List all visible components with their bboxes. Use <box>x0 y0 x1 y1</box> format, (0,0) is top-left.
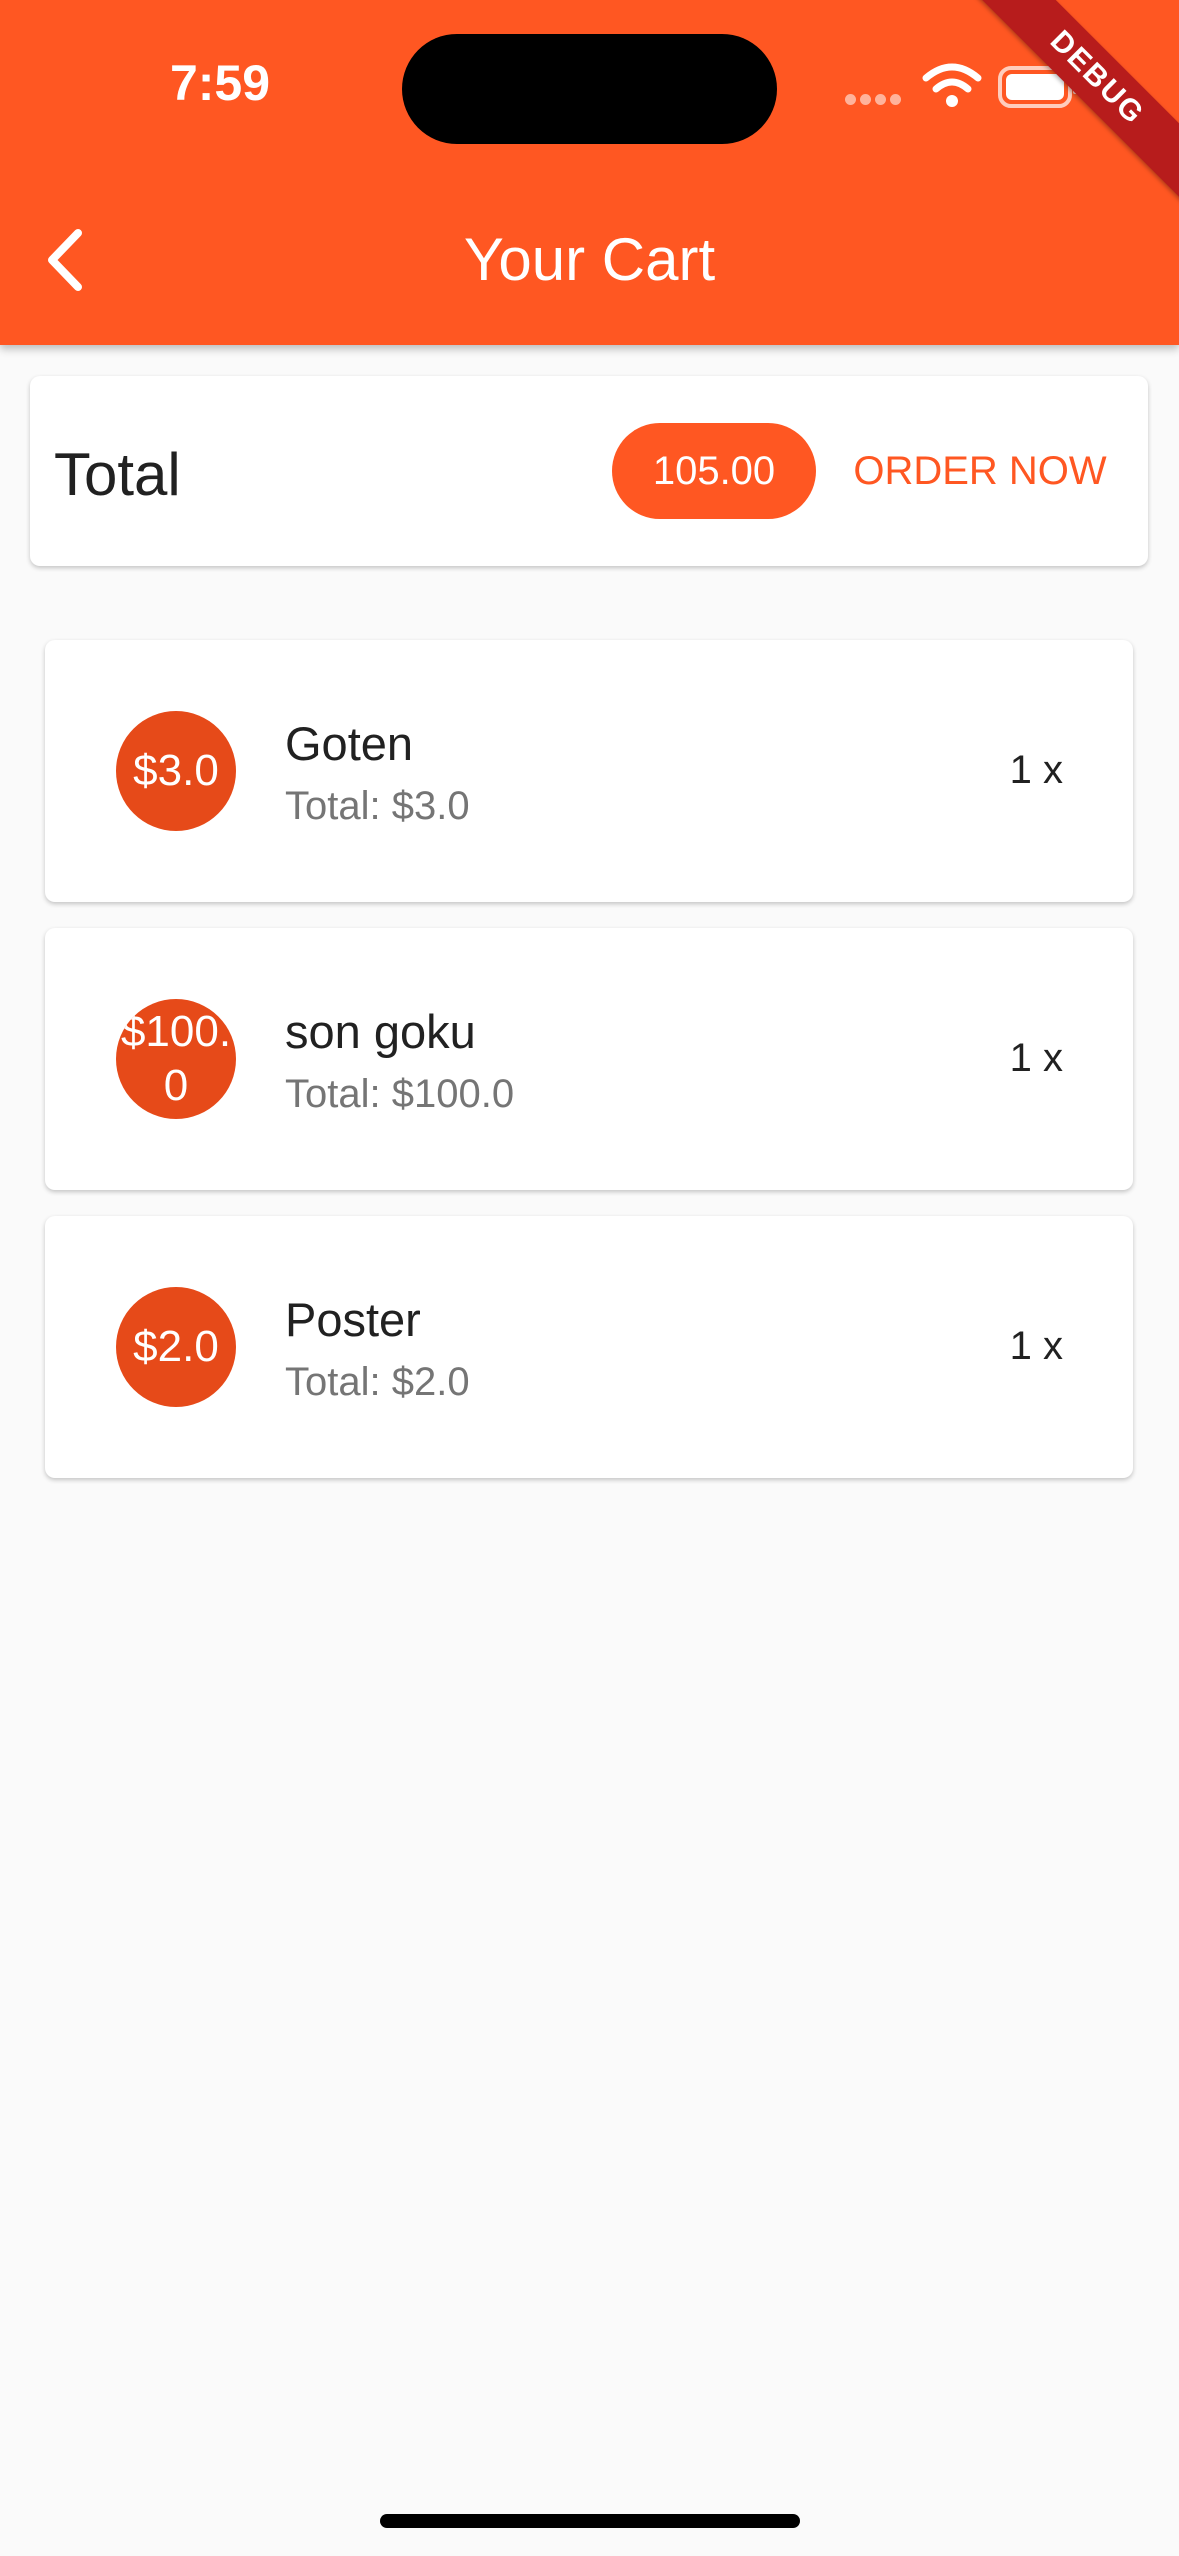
price-avatar: $2.0 <box>116 1287 236 1407</box>
cart-item: $100.0 son goku Total: $100.0 1 x <box>45 928 1133 1190</box>
total-amount-chip: 105.00 <box>612 423 816 519</box>
cart-item: $3.0 Goten Total: $3.0 1 x <box>45 640 1133 902</box>
cart-item: $2.0 Poster Total: $2.0 1 x <box>45 1216 1133 1478</box>
item-subtitle: Total: $2.0 <box>285 1360 470 1404</box>
price-avatar: $3.0 <box>116 711 236 831</box>
item-subtitle: Total: $100.0 <box>285 1072 515 1116</box>
total-label: Total <box>54 441 181 508</box>
item-title: son goku <box>285 1005 476 1058</box>
item-subtitle: Total: $3.0 <box>285 784 470 828</box>
app-bar: 7:59 DEBUG Your Cart <box>0 0 1179 345</box>
wifi-icon <box>922 63 982 107</box>
item-title: Poster <box>285 1293 421 1346</box>
price-avatar: $100.0 <box>116 999 236 1119</box>
item-quantity: 1 x <box>1009 1324 1063 1368</box>
total-card: Total 105.00 ORDER NOW <box>30 376 1148 566</box>
page-title: Your Cart <box>463 226 716 293</box>
status-time: 7:59 <box>169 55 271 111</box>
home-indicator[interactable] <box>380 2514 800 2528</box>
order-now-button[interactable]: ORDER NOW <box>830 423 1130 519</box>
item-title: Goten <box>285 717 414 770</box>
item-quantity: 1 x <box>1009 1036 1063 1080</box>
item-quantity: 1 x <box>1009 748 1063 792</box>
cellular-signal-icon <box>845 92 905 110</box>
dynamic-island <box>402 34 777 144</box>
